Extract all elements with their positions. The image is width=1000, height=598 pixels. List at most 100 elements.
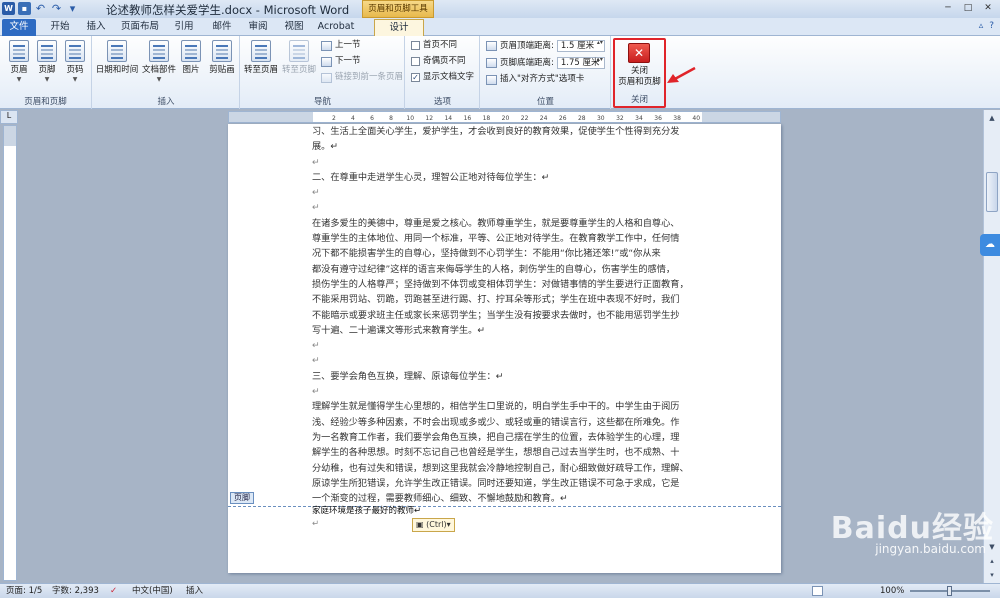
clipart-button[interactable]: 剪贴画 xyxy=(205,40,239,75)
tab-design[interactable]: 设计 xyxy=(374,19,424,36)
quick-parts-icon xyxy=(149,40,169,62)
ruler-tick-label: 20 xyxy=(502,115,510,122)
help-icon[interactable]: ? xyxy=(989,21,994,31)
page-number-button[interactable]: 页码 ▼ xyxy=(58,40,92,85)
document-line[interactable]: 习、生活上全面关心学生，爱护学生，才会收到良好的教育效果，促使学生个性得到充分发 xyxy=(312,124,702,139)
tab-home[interactable]: 开始 xyxy=(44,19,76,36)
proofing-icon[interactable]: ✓ xyxy=(110,584,117,598)
document-line[interactable]: 尊重学生的主体地位、用同一个标准，平等、公正地对待学生。在教育教学工作中，任何情 xyxy=(312,231,702,246)
picture-button[interactable]: 图片 xyxy=(177,40,205,75)
document-line[interactable]: 损伤学生的人格尊严；坚持做到不体罚或变相体罚学生：对做错事情的学生要进行正面教育… xyxy=(312,277,702,292)
horizontal-ruler[interactable]: 8642246810121416182022242628303234363840… xyxy=(228,111,781,123)
cloud-sync-icon[interactable]: ☁ xyxy=(980,234,1000,256)
goto-footer-label: 转至页脚 xyxy=(281,65,316,75)
ruler-tick-label: 38 xyxy=(673,115,681,122)
ruler-tick-label: 2 xyxy=(332,115,336,122)
link-to-previous-button[interactable]: 链接到前一条页眉 xyxy=(321,72,403,83)
zoom-slider[interactable] xyxy=(910,586,990,596)
document-line[interactable]: 解学生的各种思想。时刻不忘记自己也曾经是学生，想想自己过去当学生时，也不成熟、十 xyxy=(312,445,702,460)
footer-distance-input[interactable]: 1.75 厘米 xyxy=(556,57,605,69)
close-header-footer-button[interactable]: ✕ 关闭 页眉和页脚 关闭 xyxy=(613,38,666,108)
document-line[interactable]: 不能暗示或要求班主任或家长来惩罚学生；当学生没有按要求去做时，也不能用惩罚学生抄 xyxy=(312,308,702,323)
document-line[interactable]: ↵ xyxy=(312,185,702,200)
document-line[interactable]: 原谅学生所犯错误，允许学生改正错误。同时还要知道，学生改正错误不可急于求成，它是 xyxy=(312,476,702,491)
first-page-different-checkbox[interactable]: 首页不同 xyxy=(411,40,457,51)
tab-page-layout[interactable]: 页面布局 xyxy=(118,19,162,36)
document-body[interactable]: 习、生活上全面关心学生，爱护学生，才会收到良好的教育效果，促使学生个性得到充分发… xyxy=(312,124,702,506)
document-line[interactable]: 二、在尊重中走进学生心灵，理智公正地对待每位学生：↵ xyxy=(312,170,702,185)
document-line[interactable]: 分幼稚，也有过失和错误，想到这里我就会冷静地控制自己，耐心细致做好疏导工作，理解… xyxy=(312,461,702,476)
document-line[interactable]: 写十遍、二十遍课文等形式来教育学生。↵ xyxy=(312,323,702,338)
collapse-ribbon-icon[interactable]: ▵ xyxy=(979,21,984,31)
goto-header-button[interactable]: 转至页眉 xyxy=(243,40,279,75)
header-distance-input[interactable]: 1.5 厘米 xyxy=(556,40,605,52)
goto-footer-button[interactable]: 转至页脚 xyxy=(281,40,317,75)
next-page-icon[interactable]: ▾ xyxy=(986,569,998,581)
draft-icon[interactable] xyxy=(812,586,823,596)
tab-file[interactable]: 文件 xyxy=(2,19,36,36)
next-section-button[interactable]: 下一节 xyxy=(321,56,361,67)
document-line[interactable]: 为一名教育工作者，我们要学会角色互换，把自己摆在学生的位置，去体验学生的心理，理 xyxy=(312,430,702,445)
tab-insert[interactable]: 插入 xyxy=(80,19,112,36)
tab-acrobat[interactable]: Acrobat xyxy=(314,19,358,36)
word-app-icon[interactable]: W xyxy=(2,2,15,15)
tab-review[interactable]: 审阅 xyxy=(242,19,274,36)
footer-distance-icon xyxy=(486,58,497,68)
header-distance-icon xyxy=(486,41,497,51)
document-line[interactable]: ↵ xyxy=(312,338,702,353)
document-line[interactable]: 不能采用罚站、罚跪，罚跑甚至进行踢、打、拧耳朵等形式；学生在班中表现不好时，我们 xyxy=(312,292,702,307)
document-line[interactable]: ↵ xyxy=(312,200,702,215)
footer-content[interactable]: 家庭环境是孩子最好的教师↵ ↵ xyxy=(312,505,421,531)
vertical-ruler[interactable] xyxy=(3,125,17,581)
redo-icon[interactable]: ↷ xyxy=(50,2,63,15)
window-controls: ─ □ ✕ xyxy=(939,1,997,15)
status-language[interactable]: 中文(中国) xyxy=(132,584,173,598)
close-window-button[interactable]: ✕ xyxy=(979,1,997,15)
header-distance-label: 页眉顶端距离: xyxy=(500,40,554,51)
document-line[interactable]: 三、要学会角色互换，理解、原谅每位学生：↵ xyxy=(312,369,702,384)
tab-references[interactable]: 引用 xyxy=(168,19,200,36)
document-line[interactable]: ↵ xyxy=(312,353,702,368)
quick-parts-button[interactable]: 文档部件 ▼ xyxy=(141,40,177,85)
document-line[interactable]: 浅、经验少等多种因素，不时会出现或多或少、或轻或重的错误言行，这些都在所难免。作 xyxy=(312,415,702,430)
document-line[interactable]: 展。↵ xyxy=(312,139,702,154)
footer-text-line[interactable]: 家庭环境是孩子最好的教师↵ xyxy=(312,505,421,518)
document-line[interactable]: 都没有遵守过纪律”这样的语言来侮辱学生的人格，刺伤学生的自尊心，伤害学生的感情， xyxy=(312,262,702,277)
ruler-toggle-icon[interactable]: L xyxy=(0,110,18,124)
document-page[interactable]: 习、生活上全面关心学生，爱护学生，才会收到良好的教育效果，促使学生个性得到充分发… xyxy=(228,124,781,573)
status-word-count[interactable]: 字数: 2,393 xyxy=(52,584,99,598)
scroll-up-icon[interactable]: ▲ xyxy=(986,112,998,124)
previous-section-button[interactable]: 上一节 xyxy=(321,40,361,51)
group-label: 插入 xyxy=(157,97,175,107)
paragraph-mark: ↵ xyxy=(312,519,320,529)
tab-view[interactable]: 视图 xyxy=(278,19,310,36)
zoom-level[interactable]: 100% xyxy=(880,584,904,598)
maximize-button[interactable]: □ xyxy=(959,1,977,15)
customize-qat-icon[interactable]: ▾ xyxy=(66,2,79,15)
status-insert-mode[interactable]: 插入 xyxy=(186,584,203,598)
document-line[interactable]: ↵ xyxy=(312,384,702,399)
scroll-thumb[interactable] xyxy=(986,172,998,212)
ruler-tick-label: 12 xyxy=(425,115,433,122)
tab-mailings[interactable]: 邮件 xyxy=(206,19,238,36)
insert-alignment-tab-label: 插入"对齐方式"选项卡 xyxy=(500,74,585,84)
zoom-slider-knob[interactable] xyxy=(947,586,952,596)
document-line[interactable]: 况下都不能损害学生的自尊心，坚持做到不心罚学生：不能用“你比猪还笨!”或“你从来 xyxy=(312,246,702,261)
document-line[interactable]: 理解学生就是懂得学生心里想的，相信学生口里说的，明白学生手中干的。中学生由于阅历 xyxy=(312,399,702,414)
minimize-button[interactable]: ─ xyxy=(939,1,957,15)
paste-options-button[interactable]: ▣ (Ctrl)▾ xyxy=(412,518,455,532)
insert-alignment-tab-button[interactable]: 插入"对齐方式"选项卡 xyxy=(486,74,584,85)
save-icon[interactable]: ▪ xyxy=(18,2,31,15)
odd-even-different-checkbox[interactable]: 奇偶页不同 xyxy=(411,56,466,67)
context-tab-group-label: 页眉和页脚工具 xyxy=(362,0,434,18)
quick-access-toolbar: W ▪ ↶ ↷ ▾ xyxy=(2,2,79,15)
show-document-text-checkbox[interactable]: ✓ 显示文档文字 xyxy=(411,72,474,83)
status-page[interactable]: 页面: 1/5 xyxy=(6,584,42,598)
close-label-line1: 关闭 xyxy=(630,66,648,76)
document-line[interactable]: 在诸多爱生的美德中，尊重是爱之核心。教师尊重学生，就是要尊重学生的人格和自尊心、 xyxy=(312,216,702,231)
datetime-button[interactable]: 日期和时间 xyxy=(95,40,139,75)
prev-page-icon[interactable]: ▴ xyxy=(986,555,998,567)
undo-icon[interactable]: ↶ xyxy=(34,2,47,15)
next-section-label: 下一节 xyxy=(335,56,361,66)
document-line[interactable]: ↵ xyxy=(312,155,702,170)
